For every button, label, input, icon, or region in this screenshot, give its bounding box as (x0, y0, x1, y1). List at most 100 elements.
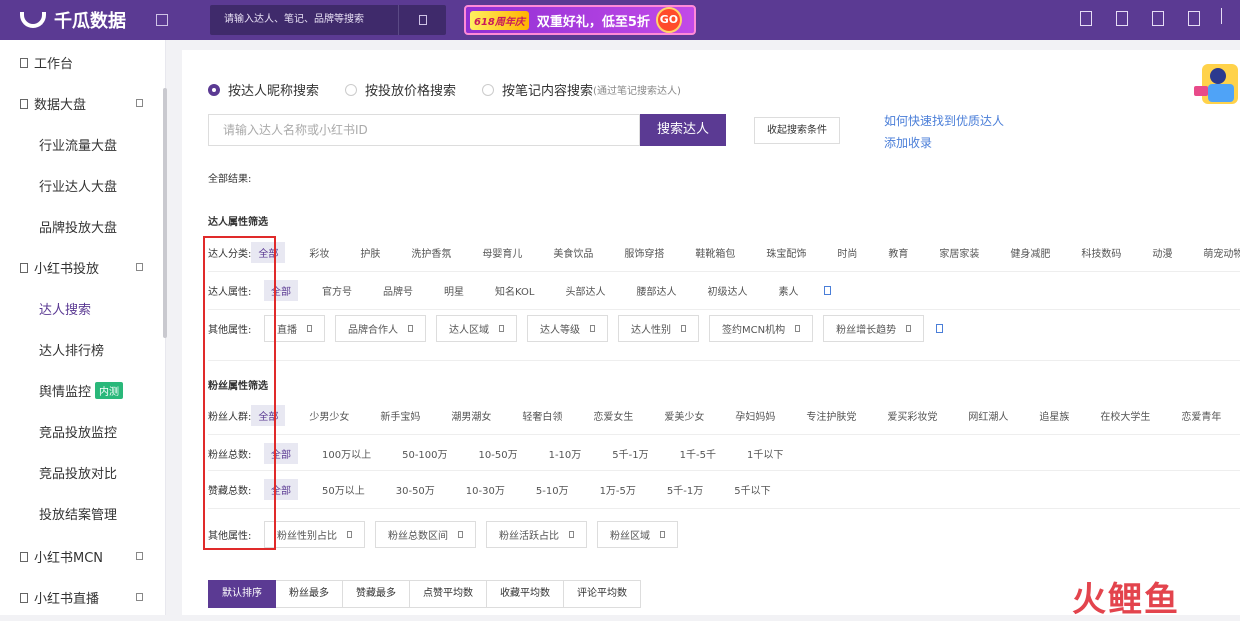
filter-dropdown[interactable]: 品牌合作人 (335, 314, 426, 342)
filter-chip[interactable]: 1千以下 (740, 443, 790, 464)
filter-chip[interactable]: 洗护香氛 (404, 242, 458, 263)
help-link-find-influencer[interactable]: 如何快速找到优质达人 (884, 110, 1004, 132)
sidebar-item-xhs-mcn[interactable]: 小红书MCN (0, 536, 163, 577)
filter-dropdown[interactable]: 达人等级 (527, 314, 608, 342)
filter-chip[interactable]: 50万以上 (315, 479, 372, 500)
filter-chip[interactable]: 时尚 (830, 242, 864, 263)
filter-chip[interactable]: 健身减肥 (1003, 242, 1057, 263)
filter-dropdown[interactable]: 粉丝区域 (597, 520, 678, 548)
influencer-search-input[interactable]: 请输入达人名称或小红书ID (208, 114, 640, 146)
filter-chip[interactable]: 美食饮品 (546, 242, 600, 263)
filter-chip[interactable]: 10-30万 (459, 479, 512, 500)
filter-chip[interactable]: 爱买彩妆党 (880, 405, 944, 426)
filter-dropdown[interactable]: 签约MCN机构 (709, 314, 814, 342)
sort-option[interactable]: 点赞平均数 (410, 580, 487, 608)
filter-chip[interactable]: 追星族 (1032, 405, 1076, 426)
filter-chip[interactable]: 鞋靴箱包 (688, 242, 742, 263)
filter-chip[interactable]: 网红潮人 (961, 405, 1015, 426)
sidebar-item-influencer-ranking[interactable]: 达人排行榜 (0, 329, 163, 370)
filter-chip[interactable]: 家居家装 (932, 242, 986, 263)
filter-chip[interactable]: 知名KOL (488, 280, 541, 301)
sidebar-item-brand-placement[interactable]: 品牌投放大盘 (0, 206, 163, 247)
global-search-input[interactable]: 请输入达人、笔记、品牌等搜索 (210, 5, 398, 35)
sidebar-item-influencer-search[interactable]: 达人搜索 (0, 288, 163, 329)
filter-chip[interactable]: 轻奢白领 (515, 405, 569, 426)
sidebar-item-data-dashboard[interactable]: 数据大盘 (0, 83, 163, 124)
filter-dropdown[interactable]: 达人性别 (618, 314, 699, 342)
filter-chip[interactable]: 新手宝妈 (373, 405, 427, 426)
help-link-add-record[interactable]: 添加收录 (884, 132, 1004, 154)
filter-dropdown[interactable]: 粉丝总数区间 (375, 520, 476, 548)
filter-chip[interactable]: 母婴育儿 (475, 242, 529, 263)
filter-chip[interactable]: 恋爱女生 (586, 405, 640, 426)
filter-dropdown[interactable]: 粉丝性别占比 (264, 520, 365, 548)
filter-chip[interactable]: 1万-5万 (593, 479, 643, 500)
user-icon[interactable] (1188, 11, 1200, 26)
more-options-icon[interactable] (824, 285, 832, 295)
filter-chip[interactable]: 100万以上 (315, 443, 378, 464)
radio-search-by-note[interactable]: 按笔记内容搜索 (通过笔记搜索达人) (482, 80, 681, 99)
sort-option[interactable]: 赞藏最多 (343, 580, 410, 608)
filter-chip[interactable]: 少男少女 (302, 405, 356, 426)
sidebar-item-competitor-monitor[interactable]: 竞品投放监控 (0, 411, 163, 452)
filter-chip[interactable]: 50-100万 (395, 443, 454, 464)
help-icon[interactable] (1152, 11, 1164, 26)
collapse-conditions-button[interactable]: 收起搜索条件 (754, 117, 840, 144)
radio-search-by-price[interactable]: 按投放价格搜索 (345, 80, 456, 99)
filter-chip[interactable]: 10-50万 (472, 443, 525, 464)
filter-dropdown[interactable]: 粉丝活跃占比 (486, 520, 587, 548)
filter-chip[interactable]: 头部达人 (558, 280, 612, 301)
filter-chip[interactable]: 动漫 (1145, 242, 1179, 263)
filter-chip[interactable]: 珠宝配饰 (759, 242, 813, 263)
sidebar-item-competitor-compare[interactable]: 竞品投放对比 (0, 452, 163, 493)
filter-chip[interactable]: 护肤 (353, 242, 387, 263)
global-search-button[interactable] (398, 5, 446, 35)
filter-chip[interactable]: 爱美少女 (657, 405, 711, 426)
menu-toggle-icon[interactable] (156, 14, 168, 26)
sidebar-item-industry-influencer[interactable]: 行业达人大盘 (0, 165, 163, 206)
filter-chip[interactable]: 1千-5千 (673, 443, 723, 464)
sort-option[interactable]: 粉丝最多 (276, 580, 343, 608)
radio-search-by-name[interactable]: 按达人昵称搜索 (208, 80, 319, 99)
filter-chip[interactable]: 5千以下 (727, 479, 777, 500)
search-influencer-button[interactable]: 搜索达人 (640, 114, 726, 146)
sidebar-scrollbar[interactable] (163, 88, 167, 338)
filter-chip[interactable]: 品牌号 (376, 280, 420, 301)
filter-chip[interactable]: 孕妇妈妈 (728, 405, 782, 426)
logo[interactable]: 千瓜数据 (20, 7, 150, 33)
sidebar-item-sentiment-monitor[interactable]: 舆情监控 内测 (0, 370, 163, 411)
sidebar-item-xhs-live[interactable]: 小红书直播 (0, 577, 163, 618)
filter-chip[interactable]: 科技数码 (1074, 242, 1128, 263)
message-icon[interactable] (1116, 11, 1128, 26)
more-options-icon[interactable] (936, 323, 944, 333)
filter-chip[interactable]: 腰部达人 (629, 280, 683, 301)
filter-chip[interactable]: 明星 (437, 280, 471, 301)
filter-chip[interactable]: 专注护肤党 (799, 405, 863, 426)
filter-chip[interactable]: 素人 (771, 280, 805, 301)
sort-option[interactable]: 评论平均数 (564, 580, 641, 608)
filter-chip[interactable]: 彩妆 (302, 242, 336, 263)
filter-chip[interactable]: 在校大学生 (1093, 405, 1157, 426)
sort-option[interactable]: 默认排序 (208, 580, 276, 608)
filter-chip[interactable]: 30-50万 (389, 479, 442, 500)
filter-chip[interactable]: 教育 (881, 242, 915, 263)
promo-banner[interactable]: 618周年庆 双重好礼，低至5折 GO (464, 5, 696, 35)
sidebar-item-workbench[interactable]: 工作台 (0, 42, 163, 83)
sidebar-item-xhs-placement[interactable]: 小红书投放 (0, 247, 163, 288)
sidebar-item-closing-management[interactable]: 投放结案管理 (0, 493, 163, 534)
sidebar-item-industry-traffic[interactable]: 行业流量大盘 (0, 124, 163, 165)
promo-go-button[interactable]: GO (655, 7, 682, 33)
filter-chip[interactable]: 初级达人 (700, 280, 754, 301)
filter-chip[interactable]: 潮男潮女 (444, 405, 498, 426)
filter-chip[interactable]: 5千-1万 (605, 443, 655, 464)
filter-chip[interactable]: 1-10万 (542, 443, 589, 464)
filter-chip[interactable]: 5-10万 (529, 479, 576, 500)
sort-option[interactable]: 收藏平均数 (487, 580, 564, 608)
filter-chip[interactable]: 5千-1万 (660, 479, 710, 500)
filter-chip[interactable]: 官方号 (315, 280, 359, 301)
filter-chip[interactable]: 服饰穿搭 (617, 242, 671, 263)
notification-icon[interactable] (1080, 11, 1092, 26)
filter-dropdown[interactable]: 粉丝增长趋势 (823, 314, 925, 342)
filter-chip[interactable]: 萌宠动物 (1196, 242, 1240, 263)
filter-chip[interactable]: 恋爱青年 (1174, 405, 1228, 426)
